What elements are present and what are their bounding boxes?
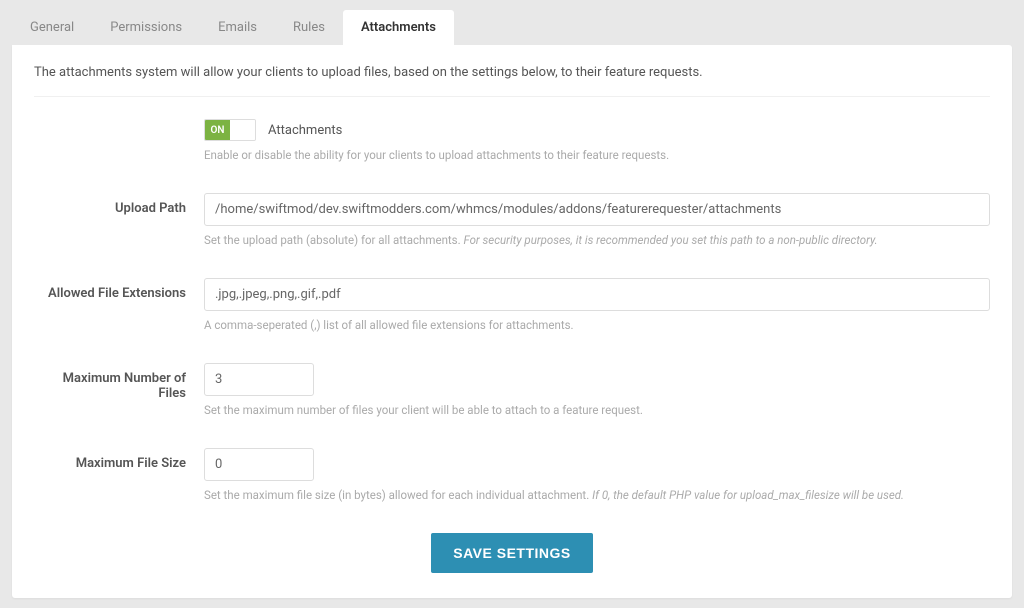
row-max-size: Maximum File Size Set the maximum file s…	[34, 448, 990, 503]
allowed-ext-help: A comma-seperated (,) list of all allowe…	[204, 317, 990, 333]
max-files-label: Maximum Number of Files	[34, 363, 204, 401]
toggle-on-text: ON	[205, 120, 230, 140]
empty-label	[34, 119, 204, 127]
intro-text: The attachments system will allow your c…	[34, 65, 990, 97]
attachments-toggle-label: Attachments	[268, 123, 342, 138]
tab-general[interactable]: General	[12, 10, 92, 45]
max-size-label: Maximum File Size	[34, 448, 204, 471]
row-attachments-toggle: ON Attachments Enable or disable the abi…	[34, 119, 990, 163]
tabs-bar: General Permissions Emails Rules Attachm…	[12, 10, 1012, 45]
row-upload-path: Upload Path Set the upload path (absolut…	[34, 193, 990, 248]
tab-emails[interactable]: Emails	[200, 10, 275, 45]
toggle-off-side	[230, 120, 255, 140]
allowed-ext-label: Allowed File Extensions	[34, 278, 204, 301]
settings-panel: The attachments system will allow your c…	[12, 45, 1012, 598]
max-files-help: Set the maximum number of files your cli…	[204, 402, 990, 418]
tab-rules[interactable]: Rules	[275, 10, 343, 45]
row-allowed-ext: Allowed File Extensions A comma-seperate…	[34, 278, 990, 333]
allowed-ext-input[interactable]	[204, 278, 990, 311]
upload-path-help: Set the upload path (absolute) for all a…	[204, 232, 990, 248]
attachments-toggle[interactable]: ON	[204, 119, 256, 141]
max-size-input[interactable]	[204, 448, 314, 481]
row-max-files: Maximum Number of Files Set the maximum …	[34, 363, 990, 418]
tab-attachments[interactable]: Attachments	[343, 10, 454, 45]
tab-permissions[interactable]: Permissions	[92, 10, 200, 45]
attachments-toggle-help: Enable or disable the ability for your c…	[204, 147, 990, 163]
max-size-help: Set the maximum file size (in bytes) all…	[204, 487, 990, 503]
max-files-input[interactable]	[204, 363, 314, 396]
actions-row: SAVE SETTINGS	[34, 533, 990, 573]
upload-path-label: Upload Path	[34, 193, 204, 216]
upload-path-input[interactable]	[204, 193, 990, 226]
save-settings-button[interactable]: SAVE SETTINGS	[431, 533, 592, 573]
